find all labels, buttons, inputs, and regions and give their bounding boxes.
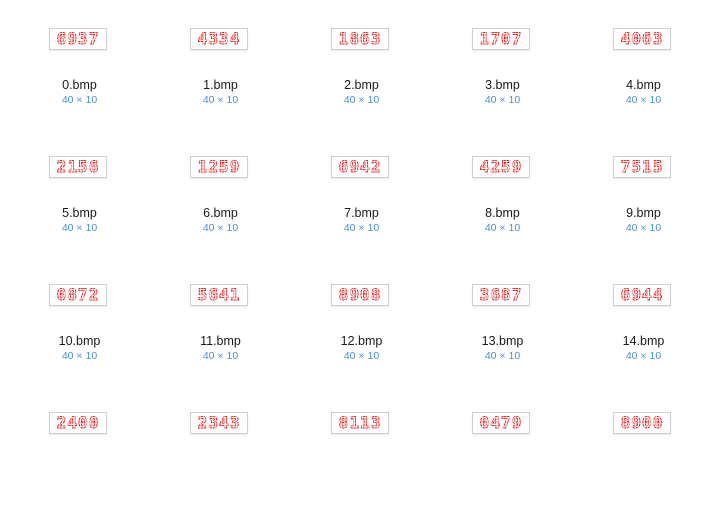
thumbnail-digits: 5641 <box>197 285 241 304</box>
thumbnail-digits: 4063 <box>620 29 664 48</box>
file-dimensions: 40 × 10 <box>625 94 662 106</box>
file-thumbnail: 4259 <box>473 157 529 177</box>
file-item[interactable]: 8908 12.bmp 40 × 10 <box>291 256 432 384</box>
file-name: 8.bmp <box>485 206 520 220</box>
file-thumbnail: 1863 <box>332 29 388 49</box>
file-thumbnail: 2400 <box>50 413 106 433</box>
file-grid: 6937 0.bmp 40 × 10 4334 1.bmp 40 × 10 18… <box>9 0 713 512</box>
thumbnail-digits: 3687 <box>479 285 523 304</box>
thumbnail-digits: 8900 <box>620 413 664 432</box>
file-item[interactable]: 1259 6.bmp 40 × 10 <box>150 128 291 256</box>
file-dimensions: 40 × 10 <box>625 222 662 234</box>
file-item[interactable]: 8113 <box>291 384 432 512</box>
file-name: 14.bmp <box>622 334 665 348</box>
file-item[interactable]: 6942 7.bmp 40 × 10 <box>291 128 432 256</box>
file-thumbnail: 5641 <box>191 285 247 305</box>
file-name: 6.bmp <box>203 206 238 220</box>
file-name: 9.bmp <box>626 206 661 220</box>
file-dimensions: 40 × 10 <box>625 350 662 362</box>
file-dimensions: 40 × 10 <box>343 222 380 234</box>
file-item[interactable]: 5641 11.bmp 40 × 10 <box>150 256 291 384</box>
file-thumbnail: 4334 <box>191 29 247 49</box>
thumbnail-digits: 1863 <box>338 29 382 48</box>
file-name: 12.bmp <box>340 334 383 348</box>
file-dimensions: 40 × 10 <box>202 350 239 362</box>
file-item[interactable]: 2343 <box>150 384 291 512</box>
file-thumbnail: 6944 <box>614 285 670 305</box>
file-dimensions: 40 × 10 <box>61 222 98 234</box>
file-thumbnail: 0872 <box>50 285 106 305</box>
file-name: 3.bmp <box>485 78 520 92</box>
file-thumbnail: 7515 <box>614 157 670 177</box>
file-dimensions: 40 × 10 <box>343 350 380 362</box>
thumbnail-digits: 2156 <box>56 157 100 176</box>
thumbnail-digits: 4334 <box>197 29 241 48</box>
file-name: 11.bmp <box>200 334 241 348</box>
file-dimensions: 40 × 10 <box>202 94 239 106</box>
file-item[interactable]: 4334 1.bmp 40 × 10 <box>150 0 291 128</box>
thumbnail-digits: 7515 <box>620 157 664 176</box>
file-item[interactable]: 6944 14.bmp 40 × 10 <box>573 256 713 384</box>
file-dimensions: 40 × 10 <box>484 94 521 106</box>
file-item[interactable]: 1707 3.bmp 40 × 10 <box>432 0 573 128</box>
file-item[interactable]: 3687 13.bmp 40 × 10 <box>432 256 573 384</box>
thumbnail-digits: 4259 <box>479 157 523 176</box>
thumbnail-digits: 2400 <box>56 413 100 432</box>
file-thumbnail: 1707 <box>473 29 529 49</box>
file-item[interactable]: 2400 <box>9 384 150 512</box>
file-item[interactable]: 0479 <box>432 384 573 512</box>
file-item[interactable]: 8900 <box>573 384 713 512</box>
file-thumbnail: 8908 <box>332 285 388 305</box>
file-name: 10.bmp <box>58 334 101 348</box>
file-thumbnail: 6937 <box>50 29 106 49</box>
file-item[interactable]: 0872 10.bmp 40 × 10 <box>9 256 150 384</box>
thumbnail-digits: 6937 <box>56 29 100 48</box>
file-thumbnail: 2343 <box>191 413 247 433</box>
file-dimensions: 40 × 10 <box>61 350 98 362</box>
file-thumbnail: 8113 <box>332 413 388 433</box>
thumbnail-digits: 8113 <box>338 413 382 432</box>
thumbnail-digits: 6942 <box>338 157 382 176</box>
file-dimensions: 40 × 10 <box>202 222 239 234</box>
file-name: 7.bmp <box>344 206 379 220</box>
file-item[interactable]: 6937 0.bmp 40 × 10 <box>9 0 150 128</box>
file-item[interactable]: 4259 8.bmp 40 × 10 <box>432 128 573 256</box>
file-name: 4.bmp <box>626 78 661 92</box>
thumbnail-digits: 2343 <box>197 413 241 432</box>
file-thumbnail: 6942 <box>332 157 388 177</box>
file-dimensions: 40 × 10 <box>484 350 521 362</box>
file-name: 1.bmp <box>203 78 238 92</box>
thumbnail-digits: 0872 <box>56 285 100 304</box>
file-item[interactable]: 2156 5.bmp 40 × 10 <box>9 128 150 256</box>
file-thumbnail: 0479 <box>473 413 529 433</box>
file-thumbnail: 3687 <box>473 285 529 305</box>
thumbnail-digits: 0479 <box>479 413 523 432</box>
file-item[interactable]: 1863 2.bmp 40 × 10 <box>291 0 432 128</box>
file-thumbnail: 8900 <box>614 413 670 433</box>
thumbnail-digits: 6944 <box>620 285 664 304</box>
file-thumbnail: 1259 <box>191 157 247 177</box>
file-name: 5.bmp <box>62 206 97 220</box>
file-name: 2.bmp <box>344 78 379 92</box>
thumbnail-digits: 8908 <box>338 285 382 304</box>
thumbnail-digits: 1259 <box>197 157 241 176</box>
file-thumbnail: 2156 <box>50 157 106 177</box>
file-name: 0.bmp <box>62 78 97 92</box>
file-item[interactable]: 4063 4.bmp 40 × 10 <box>573 0 713 128</box>
thumbnail-digits: 1707 <box>479 29 523 48</box>
file-thumbnail: 4063 <box>614 29 670 49</box>
file-dimensions: 40 × 10 <box>484 222 521 234</box>
file-item[interactable]: 7515 9.bmp 40 × 10 <box>573 128 713 256</box>
file-dimensions: 40 × 10 <box>61 94 98 106</box>
file-dimensions: 40 × 10 <box>343 94 380 106</box>
file-name: 13.bmp <box>481 334 524 348</box>
